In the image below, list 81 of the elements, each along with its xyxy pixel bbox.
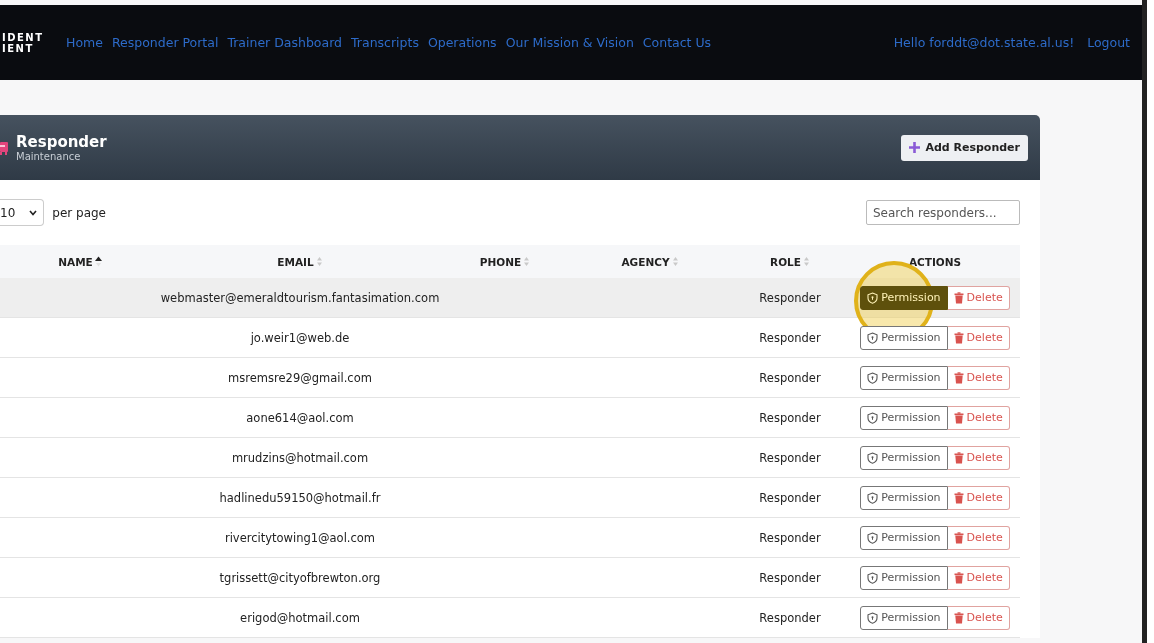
delete-button[interactable]: Delete — [947, 405, 1010, 430]
permission-button[interactable]: Permission — [860, 485, 948, 510]
delete-button[interactable]: Delete — [947, 325, 1010, 350]
nav-link[interactable]: Contact Us — [642, 35, 712, 50]
permission-button[interactable]: Permission — [860, 325, 948, 350]
column-header[interactable]: EMAIL — [277, 255, 314, 268]
nav-link[interactable]: Trainer Dashboard — [227, 35, 343, 50]
permission-button[interactable]: Permission — [860, 365, 948, 390]
role-cell: Responder — [759, 450, 821, 465]
shield-icon — [867, 451, 879, 464]
column-header[interactable]: AGENCY — [621, 255, 670, 268]
column-header[interactable]: PHONE — [479, 255, 522, 268]
card-subtitle: Maintenance — [16, 151, 82, 162]
email-cell: jo.weir1@web.de — [250, 330, 350, 345]
shield-icon — [867, 491, 879, 504]
column-header[interactable]: ROLE — [770, 255, 801, 268]
shield-icon — [867, 411, 879, 424]
permission-button[interactable]: Permission — [860, 405, 948, 430]
delete-button[interactable]: Delete — [947, 565, 1010, 590]
email-cell: aone614@aol.com — [246, 410, 354, 425]
delete-button[interactable]: Delete — [947, 605, 1010, 630]
shield-icon — [867, 291, 879, 304]
trash-icon — [953, 611, 964, 624]
trash-icon — [953, 571, 964, 584]
per-page-select[interactable]: 10 — [0, 199, 45, 226]
email-cell: tgrissett@cityofbrewton.org — [219, 570, 381, 585]
brand-text: IENT — [2, 42, 35, 54]
card-title: Responder — [16, 133, 107, 151]
shield-icon — [867, 371, 879, 384]
shield-icon — [867, 331, 879, 344]
permission-button[interactable]: Permission — [860, 285, 948, 310]
sort-icon[interactable] — [94, 256, 102, 267]
nav-link[interactable]: Transcripts — [351, 35, 419, 50]
permission-button[interactable]: Permission — [860, 445, 948, 470]
email-cell: hadlinedu59150@hotmail.fr — [219, 490, 381, 505]
email-cell: rivercitytowing1@aol.com — [224, 530, 376, 545]
email-cell: mrudzins@hotmail.com — [231, 450, 369, 465]
trash-icon — [953, 371, 964, 384]
role-cell: Responder — [759, 290, 821, 305]
delete-button[interactable]: Delete — [947, 365, 1010, 390]
permission-button[interactable]: Permission — [860, 565, 948, 590]
role-cell: Responder — [759, 330, 821, 345]
email-cell: msremsre29@gmail.com — [228, 370, 372, 385]
trash-icon — [953, 451, 964, 464]
column-header[interactable]: NAME — [58, 255, 93, 268]
nav-link[interactable]: Responder Portal — [111, 35, 219, 50]
role-cell: Responder — [759, 490, 821, 505]
trash-icon — [953, 291, 964, 304]
role-cell: Responder — [759, 570, 821, 585]
trash-icon — [953, 531, 964, 544]
column-header[interactable]: ACTIONS — [908, 255, 962, 268]
logo-icon — [0, 140, 8, 155]
permission-button[interactable]: Permission — [860, 605, 948, 630]
email-cell: erigod@hotmail.com — [240, 610, 360, 625]
nav-link[interactable]: Operations — [427, 35, 497, 50]
chevron-down-icon — [29, 209, 38, 216]
logout-link[interactable]: Logout — [1087, 35, 1130, 50]
shield-icon — [867, 611, 879, 624]
delete-button[interactable]: Delete — [947, 525, 1010, 550]
brand-text: IDENT — [2, 31, 45, 43]
nav-link[interactable]: Our Mission & Vision — [505, 35, 634, 50]
plus-icon — [909, 142, 921, 153]
role-cell: Responder — [759, 530, 821, 545]
trash-icon — [953, 331, 964, 344]
search-field[interactable]: Search responders... — [866, 200, 1020, 225]
role-cell: Responder — [759, 410, 821, 425]
trash-icon — [953, 411, 964, 424]
nav-link[interactable]: Home — [66, 35, 103, 50]
email-cell: webmaster@emeraldtourism.fantasimation.com — [160, 290, 440, 305]
delete-button[interactable]: Delete — [947, 445, 1010, 470]
role-cell: Responder — [759, 610, 821, 625]
per-page-label: per page — [52, 205, 106, 220]
permission-button[interactable]: Permission — [860, 525, 948, 550]
role-cell: Responder — [759, 370, 821, 385]
add-responder-button[interactable]: Add Responder — [901, 134, 1028, 161]
delete-button[interactable]: Delete — [947, 485, 1010, 510]
greeting-link[interactable]: Hello forddt@dot.state.al.us! — [893, 35, 1075, 50]
shield-icon — [867, 531, 879, 544]
delete-button[interactable]: Delete — [947, 285, 1010, 310]
shield-icon — [867, 571, 879, 584]
trash-icon — [953, 491, 964, 504]
